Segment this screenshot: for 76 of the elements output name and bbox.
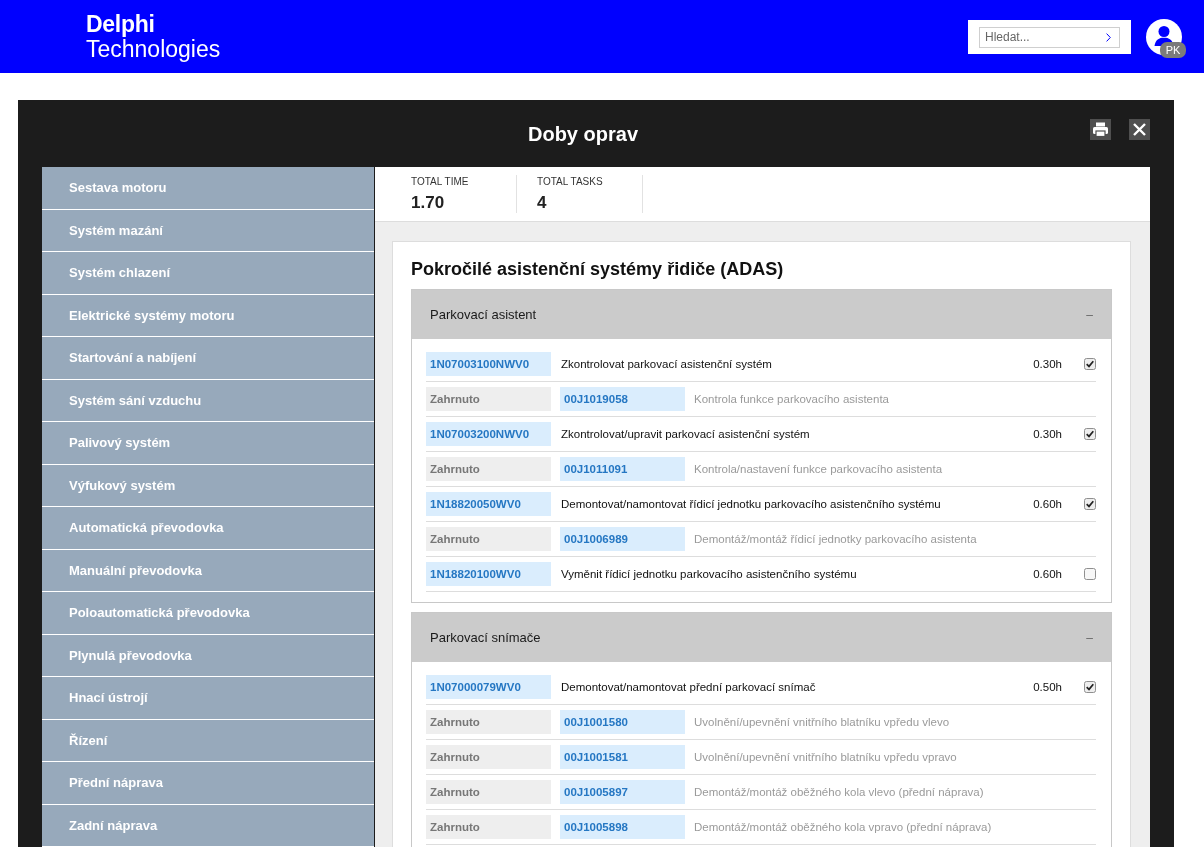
included-status: Zahrnuto xyxy=(426,745,551,769)
summary-label: TOTAL TASKS xyxy=(537,175,604,188)
operation-code[interactable]: 00J1001580 xyxy=(560,710,685,734)
task-checkbox[interactable] xyxy=(1084,568,1096,580)
task-checkbox[interactable] xyxy=(1084,498,1096,510)
sidebar-item[interactable]: Řízení xyxy=(42,719,374,762)
included-status: Zahrnuto xyxy=(426,457,551,481)
task-description: Demontovat/namontovat řídicí jednotku parkovacího asistenčního systému xyxy=(561,498,942,510)
included-description: Kontrola/nastavení funkce parkovacího asistenta xyxy=(694,463,944,475)
collapse-toggle[interactable]: – xyxy=(1085,307,1094,322)
task-time: 0.30h xyxy=(1033,428,1062,440)
summary-value: 1.70 xyxy=(411,193,446,213)
section-header[interactable]: Parkovací snímače – xyxy=(412,613,1111,662)
operation-code[interactable]: 00J1001581 xyxy=(560,745,685,769)
operation-code[interactable]: 1N18820100WV0 xyxy=(426,562,551,586)
sidebar-item[interactable]: Výfukový systém xyxy=(42,464,374,507)
collapse-toggle[interactable]: – xyxy=(1085,630,1094,645)
print-icon[interactable] xyxy=(1090,119,1111,140)
operation-code[interactable]: 1N07003100NWV0 xyxy=(426,352,551,376)
sidebar-item[interactable]: Elektrické systémy motoru xyxy=(42,294,374,337)
sidebar-item[interactable]: Palivový systém xyxy=(42,422,374,465)
sidebar-item[interactable]: Poloautomatická převodovka xyxy=(42,592,374,635)
included-status: Zahrnuto xyxy=(426,780,551,804)
operation-code[interactable]: 1N18820050WV0 xyxy=(426,492,551,516)
operation-code[interactable]: 00J1005897 xyxy=(560,780,685,804)
logo-subtitle: Technologies xyxy=(86,36,221,62)
task-checkbox[interactable] xyxy=(1084,428,1096,440)
section-title: Parkovací asistent xyxy=(430,307,537,322)
operation-code[interactable]: 1N07000079WV0 xyxy=(426,675,551,699)
included-status: Zahrnuto xyxy=(426,387,551,411)
included-description: Kontrola funkce parkovacího asistenta xyxy=(694,393,890,405)
logo-title: Delphi xyxy=(86,11,156,37)
sidebar-item[interactable]: Plynulá převodovka xyxy=(42,634,374,677)
task-time: 0.60h xyxy=(1033,498,1062,510)
task-time: 0.50h xyxy=(1033,681,1062,693)
chevron-right-icon[interactable] xyxy=(1106,32,1111,42)
section-header[interactable]: Parkovací asistent – xyxy=(412,290,1111,339)
task-description: Vyměnit řídicí jednotku parkovacího asistenčního systému xyxy=(561,568,858,580)
task-time: 0.30h xyxy=(1033,358,1062,370)
task-description: Zkontrolovat parkovací asistenční systém xyxy=(561,358,773,370)
sidebar-item[interactable]: Přední náprava xyxy=(42,762,374,805)
included-description: Uvolnění/upevnění vnitřního blatníku vpředu vlevo xyxy=(694,716,951,728)
summary-value: 4 xyxy=(537,193,548,213)
sidebar-item[interactable]: Hnací ústrojí xyxy=(42,677,374,720)
included-status: Zahrnuto xyxy=(426,527,551,551)
operation-code[interactable]: 1N07003200NWV0 xyxy=(426,422,551,446)
task-description: Demontovat/namontovat přední parkovací snímač xyxy=(561,681,817,693)
included-status: Zahrnuto xyxy=(426,815,551,839)
task-description: Zkontrolovat/upravit parkovací asistenční systém xyxy=(561,428,811,440)
search-field[interactable]: Hledat... xyxy=(979,26,1120,48)
included-description: Demontáž/montáž oběžného kola vlevo (přední náprava) xyxy=(694,786,985,798)
operation-code[interactable]: 00J1011091 xyxy=(560,457,685,481)
summary-label: TOTAL TIME xyxy=(411,175,470,188)
included-description: Demontáž/montáž oběžného kola vpravo (přední náprava) xyxy=(694,821,993,833)
card-title: Pokročilé asistenční systémy řidiče (ADAS) xyxy=(411,258,785,281)
sidebar-item[interactable]: Sestava motoru xyxy=(42,167,374,210)
sidebar-item[interactable]: Startování a nabíjení xyxy=(42,337,374,380)
sidebar-item[interactable]: Zadní náprava xyxy=(42,804,374,847)
task-checkbox[interactable] xyxy=(1084,681,1096,693)
dialog-title: Doby oprav xyxy=(528,121,638,147)
close-icon[interactable] xyxy=(1129,119,1150,140)
operation-code[interactable]: 00J1005898 xyxy=(560,815,685,839)
sidebar-item[interactable]: Systém sání vzduchu xyxy=(42,379,374,422)
task-checkbox[interactable] xyxy=(1084,358,1096,370)
sidebar-item[interactable]: Systém mazání xyxy=(42,209,374,252)
section-title: Parkovací snímače xyxy=(430,630,541,645)
sidebar-item[interactable]: Manuální převodovka xyxy=(42,549,374,592)
search-input[interactable]: Hledat... xyxy=(985,30,1102,44)
operation-code[interactable]: 00J1006989 xyxy=(560,527,685,551)
included-status: Zahrnuto xyxy=(426,710,551,734)
included-description: Uvolnění/upevnění vnitřního blatníku vpředu vpravo xyxy=(694,751,958,763)
sidebar-item[interactable]: Systém chlazení xyxy=(42,252,374,295)
sidebar-item[interactable]: Automatická převodovka xyxy=(42,507,374,550)
operation-code[interactable]: 00J1019058 xyxy=(560,387,685,411)
task-time: 0.60h xyxy=(1033,568,1062,580)
included-description: Demontáž/montáž řídicí jednotky parkovacího asistenta xyxy=(694,533,978,545)
